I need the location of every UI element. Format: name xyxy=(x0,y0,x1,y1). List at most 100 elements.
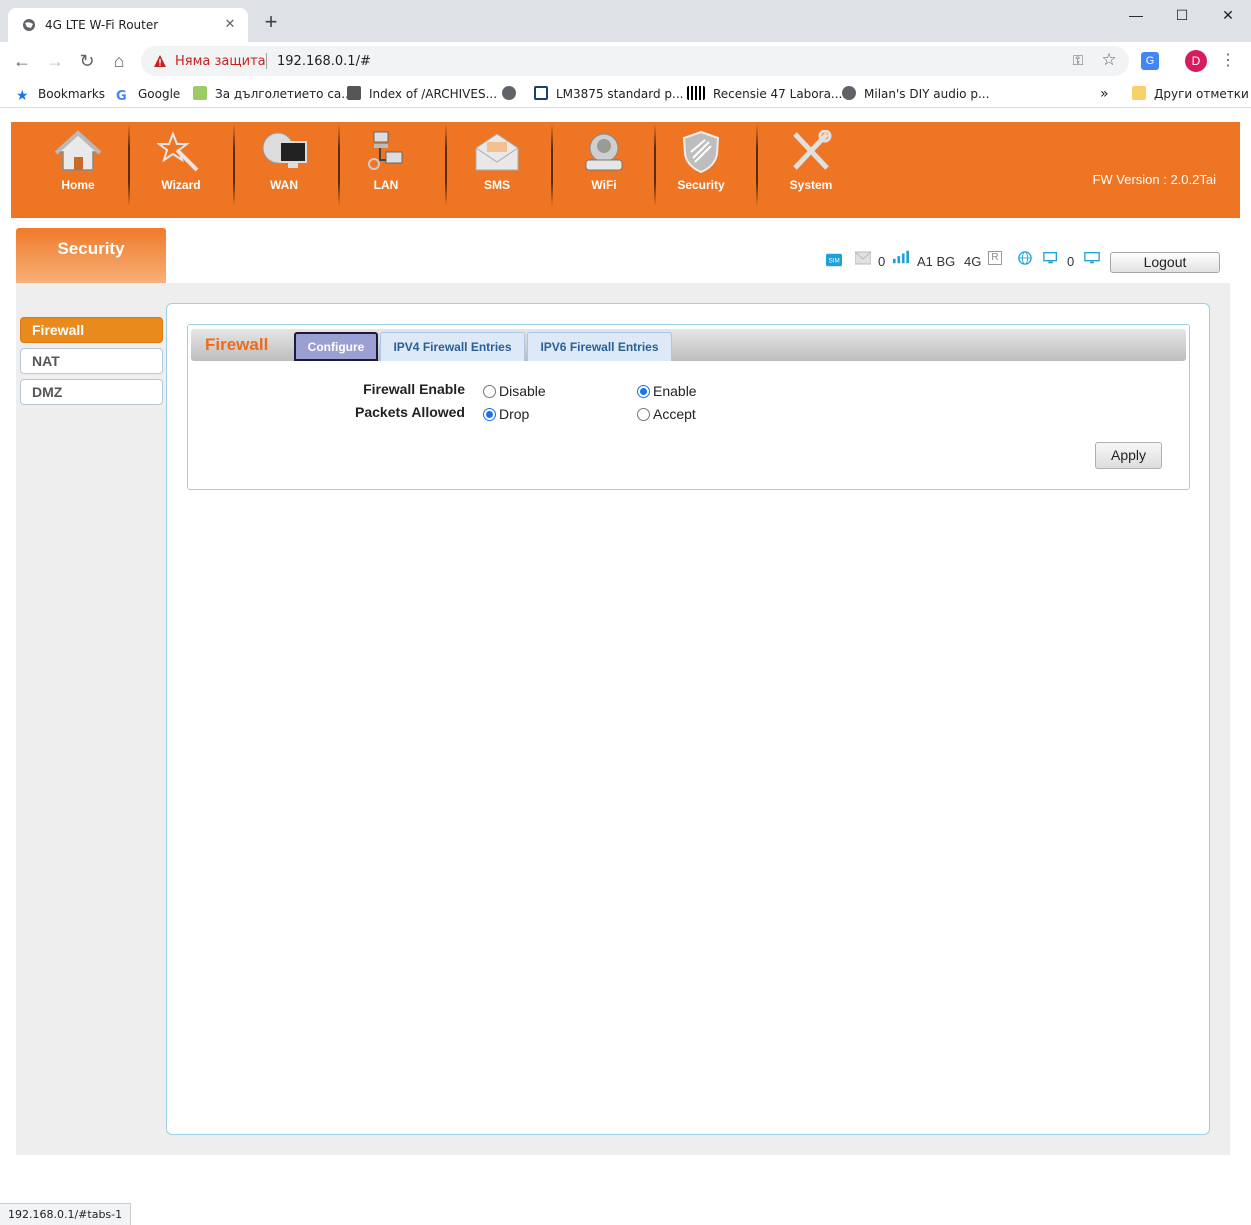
nav-divider xyxy=(233,124,235,206)
internet-globe-icon xyxy=(1018,251,1032,265)
svg-text:SIM: SIM xyxy=(829,258,840,265)
grid-icon xyxy=(534,86,548,100)
warning-icon xyxy=(154,55,166,67)
home-browser-icon[interactable]: ⌂ xyxy=(107,49,131,73)
bookmark-item[interactable]: Milan's DIY audio p... xyxy=(842,85,989,103)
sim-card-icon: SIM xyxy=(826,253,842,267)
browser-toolbar: ← → ↻ ⌂ Няма защита 192.168.0.1/# ⚿ ☆ G … xyxy=(0,42,1251,80)
sidemenu-dmz[interactable]: DMZ xyxy=(20,379,163,405)
omnibox-divider xyxy=(266,53,267,69)
profile-avatar[interactable]: D xyxy=(1185,50,1207,72)
nav-divider xyxy=(551,124,553,206)
sidemenu-firewall[interactable]: Firewall xyxy=(20,317,163,343)
translate-icon[interactable]: G xyxy=(1141,52,1159,70)
lan-monitor-icon xyxy=(1084,252,1100,264)
maximize-button[interactable]: ☐ xyxy=(1159,0,1205,30)
star-icon: ★ xyxy=(16,88,29,104)
new-tab-button[interactable]: + xyxy=(260,11,282,34)
wizard-wand-icon xyxy=(157,131,199,172)
nav-divider xyxy=(756,124,758,206)
bookmark-item[interactable]: Index of /ARCHIVES... xyxy=(347,85,497,103)
radio-disable-label[interactable]: Disable xyxy=(499,383,546,399)
radio-drop-label[interactable]: Drop xyxy=(499,406,529,422)
envelope-icon xyxy=(475,133,519,171)
roaming-indicator: R xyxy=(988,251,1002,265)
browser-menu-icon[interactable]: ⋮ xyxy=(1220,50,1236,72)
router-top-nav: Home Wizard WAN LAN SMS WiFi Security Sy… xyxy=(11,122,1240,218)
tab-ipv6-entries[interactable]: IPV6 Firewall Entries xyxy=(527,332,672,361)
bookmark-item[interactable]: За дълголетието са... xyxy=(193,85,353,103)
bookmark-item[interactable]: ★ Bookmarks xyxy=(16,85,105,103)
reload-icon[interactable]: ↻ xyxy=(75,49,99,73)
bookmark-item[interactable]: LM3875 standard p... xyxy=(534,85,684,103)
nav-home[interactable]: Home xyxy=(35,122,121,218)
apply-button[interactable]: Apply xyxy=(1095,442,1162,469)
logout-button[interactable]: Logout xyxy=(1110,252,1220,273)
network-type: 4G xyxy=(964,254,982,269)
bookmarks-overflow-button[interactable]: » xyxy=(1100,85,1109,103)
router-page: Home Wizard WAN LAN SMS WiFi Security Sy… xyxy=(0,109,1251,1203)
folder-icon xyxy=(1132,86,1146,100)
page-icon xyxy=(347,86,361,100)
globe-icon xyxy=(23,19,35,31)
globe-icon xyxy=(842,86,856,100)
operator-name: A1 BG xyxy=(917,254,956,269)
nav-wan[interactable]: WAN xyxy=(241,122,327,218)
nav-sms[interactable]: SMS xyxy=(454,122,540,218)
other-bookmarks-folder[interactable]: Други отметки xyxy=(1132,85,1249,103)
tab-title: 4G LTE W-Fi Router xyxy=(45,18,159,32)
forward-icon[interactable]: → xyxy=(43,49,67,73)
key-icon[interactable]: ⚿ xyxy=(1069,52,1087,70)
logo-icon xyxy=(687,86,705,100)
status-url-bubble: 192.168.0.1/#tabs-1 xyxy=(0,1203,132,1225)
nav-divider xyxy=(338,124,340,206)
firewall-box: Firewall Configure IPV4 Firewall Entries… xyxy=(187,324,1190,490)
lan-computers-icon xyxy=(368,131,403,170)
bookmark-item[interactable]: Recensie 47 Labora... xyxy=(687,85,842,103)
radio-accept[interactable] xyxy=(637,408,650,421)
connected-clients-icon xyxy=(1043,252,1057,264)
close-window-button[interactable]: ✕ xyxy=(1205,0,1251,30)
nav-wifi[interactable]: WiFi xyxy=(561,122,647,218)
bookmarks-bar: ★ Bookmarks G Google За дълголетието са...… xyxy=(0,80,1251,108)
radio-enable[interactable] xyxy=(637,385,650,398)
bookmark-star-icon[interactable]: ☆ xyxy=(1099,50,1119,70)
close-tab-icon[interactable]: ✕ xyxy=(222,16,238,32)
security-status[interactable]: Няма защита xyxy=(175,54,266,69)
radio-enable-label[interactable]: Enable xyxy=(653,383,697,399)
minimize-button[interactable]: — xyxy=(1113,0,1159,30)
nav-divider xyxy=(445,124,447,206)
page-icon xyxy=(193,86,207,100)
nav-system[interactable]: System xyxy=(768,122,854,218)
address-bar[interactable]: Няма защита 192.168.0.1/# ⚿ ☆ xyxy=(141,46,1129,76)
packets-allowed-label: Packets Allowed xyxy=(355,404,465,420)
tab-configure[interactable]: Configure xyxy=(294,332,378,361)
fw-version: FW Version : 2.0.2Tai xyxy=(1092,172,1216,187)
nav-security[interactable]: Security xyxy=(658,122,744,218)
url-text[interactable]: 192.168.0.1/# xyxy=(277,54,371,69)
firewall-title: Firewall xyxy=(205,335,269,354)
back-icon[interactable]: ← xyxy=(10,49,34,73)
signal-strength-icon xyxy=(893,250,909,264)
sidemenu-nat[interactable]: NAT xyxy=(20,348,163,374)
nav-wizard[interactable]: Wizard xyxy=(138,122,224,218)
browser-tab[interactable]: 4G LTE W-Fi Router ✕ xyxy=(8,8,248,42)
bookmark-item[interactable] xyxy=(502,85,524,103)
shield-icon xyxy=(682,130,720,174)
main-panel: Firewall Configure IPV4 Firewall Entries… xyxy=(166,303,1210,1135)
clients-count: 0 xyxy=(1067,254,1075,269)
wifi-router-icon xyxy=(585,133,623,171)
radio-drop[interactable] xyxy=(483,408,496,421)
nav-lan[interactable]: LAN xyxy=(343,122,429,218)
globe-icon xyxy=(502,86,516,100)
radio-disable[interactable] xyxy=(483,385,496,398)
wan-globe-monitor-icon xyxy=(262,132,307,168)
radio-accept-label[interactable]: Accept xyxy=(653,406,696,422)
sms-count: 0 xyxy=(878,254,886,269)
firewall-enable-label: Firewall Enable xyxy=(363,381,465,397)
bookmark-item[interactable]: G Google xyxy=(116,85,180,104)
section-title: Security xyxy=(16,228,166,283)
home-icon xyxy=(54,130,102,171)
tab-ipv4-entries[interactable]: IPV4 Firewall Entries xyxy=(380,332,525,361)
nav-divider xyxy=(654,124,656,206)
